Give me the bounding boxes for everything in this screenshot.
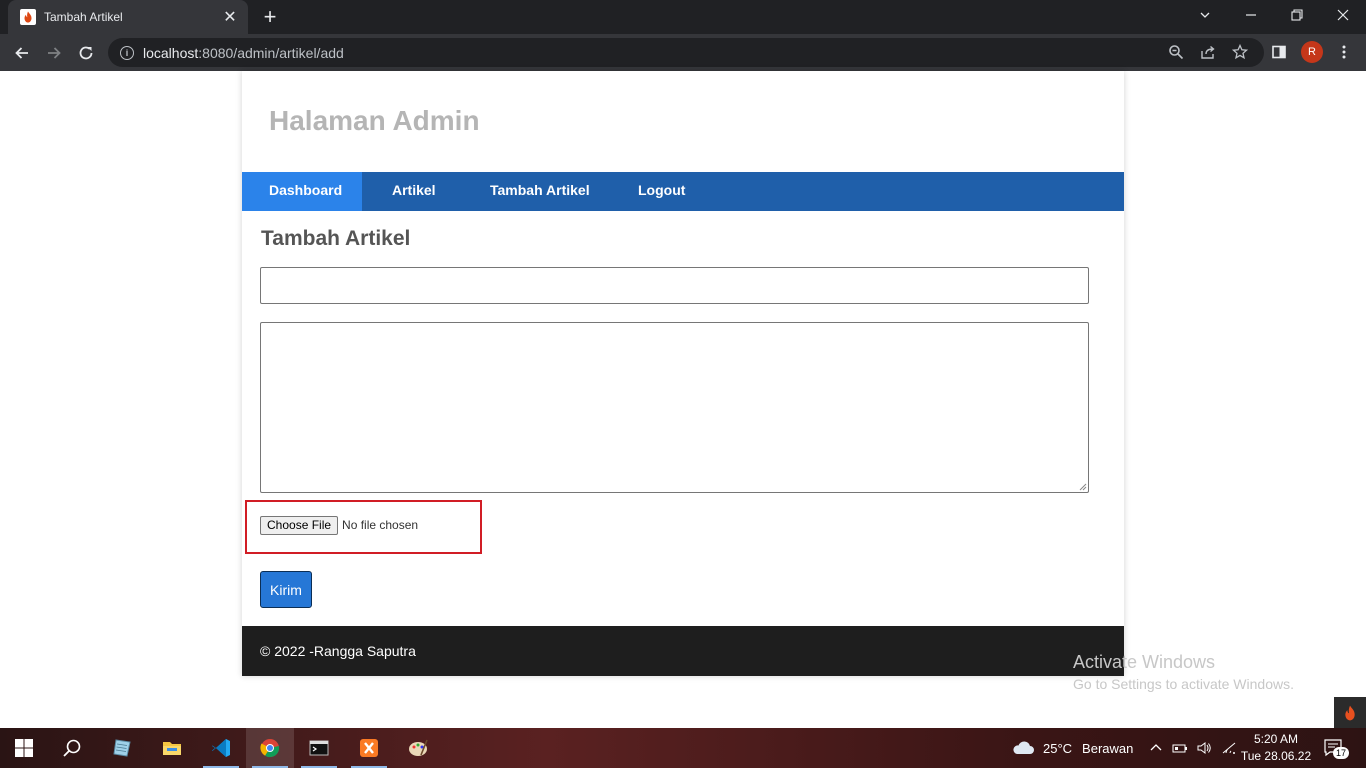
menu-dots-icon[interactable] <box>1335 43 1353 61</box>
nav-dashboard[interactable]: Dashboard <box>242 172 362 211</box>
new-tab-button[interactable]: + <box>258 4 282 30</box>
url-path: :8080/admin/artikel/add <box>198 44 344 61</box>
site-title: Halaman Admin <box>269 105 480 136</box>
activate-windows-watermark: Activate Windows Go to Settings to activ… <box>1073 652 1294 692</box>
weather-desc: Berawan <box>1082 740 1134 756</box>
back-icon[interactable] <box>8 39 36 67</box>
weather-temp: 25°C <box>1043 740 1073 756</box>
footer-text: © 2022 -Rangga Saputra <box>260 643 416 659</box>
side-panel-icon[interactable] <box>1270 43 1288 61</box>
browser-toolbar: i localhost:8080/admin/artikel/add <box>0 34 1366 71</box>
terminal-icon[interactable] <box>295 728 343 768</box>
watermark-title: Activate Windows <box>1073 652 1216 672</box>
share-icon[interactable] <box>1199 43 1217 61</box>
zoom-icon[interactable] <box>1167 43 1185 61</box>
content-textarea[interactable] <box>260 322 1089 493</box>
profile-avatar[interactable]: R <box>1301 41 1323 63</box>
page-heading: Tambah Artikel <box>261 227 411 250</box>
chevron-up-icon <box>1150 744 1162 751</box>
start-windows-icon[interactable] <box>0 728 48 768</box>
page-header: Halaman Admin <box>242 71 1124 172</box>
reload-icon[interactable] <box>72 39 100 67</box>
clock-time: 5:20 AM <box>1253 732 1299 746</box>
battery-icon[interactable] <box>1172 728 1188 768</box>
search-icon[interactable] <box>48 728 96 768</box>
app-notes-icon[interactable] <box>98 728 146 768</box>
notification-center[interactable]: 17 <box>1323 728 1350 768</box>
paint-icon[interactable] <box>394 728 442 768</box>
watermark-subtitle: Go to Settings to activate Windows. <box>1073 676 1294 692</box>
cloud-icon <box>1013 741 1034 754</box>
nav-tambah-artikel[interactable]: Tambah Artikel <box>463 172 611 211</box>
weather-widget[interactable]: 25°C Berawan <box>1011 728 1133 768</box>
title-input[interactable] <box>260 267 1089 304</box>
codeigniter-favicon-icon <box>20 9 36 25</box>
url-host: localhost <box>143 44 199 61</box>
site-info-icon[interactable]: i <box>120 45 134 60</box>
file-explorer-icon[interactable] <box>148 728 196 768</box>
address-bar[interactable]: i localhost:8080/admin/artikel/add <box>108 38 1264 67</box>
browser-titlebar: Tambah Artikel ✕ + <box>0 0 1366 34</box>
main-nav: Dashboard Artikel Tambah Artikel Logout <box>242 172 1124 211</box>
network-icon[interactable] <box>1221 728 1237 768</box>
show-hidden-icons[interactable] <box>1149 728 1163 768</box>
minimize-icon[interactable] <box>1228 0 1274 30</box>
tab-title: Tambah Artikel <box>44 10 123 24</box>
volume-icon[interactable] <box>1196 728 1212 768</box>
windows-taskbar: 25°C Berawan 5:20 AM Tue 28.06.22 17 <box>0 728 1366 768</box>
notification-count-badge: 17 <box>1333 747 1350 759</box>
file-input-highlight-box <box>245 500 482 554</box>
tab-close-icon[interactable]: ✕ <box>222 7 238 27</box>
page-footer: © 2022 -Rangga Saputra <box>242 626 1124 676</box>
bookmark-star-icon[interactable] <box>1231 43 1249 61</box>
chrome-icon[interactable] <box>246 728 294 768</box>
codeigniter-tray-icon[interactable] <box>1334 697 1366 728</box>
clock-date: Tue 28.06.22 <box>1240 749 1312 763</box>
vscode-icon[interactable] <box>197 728 245 768</box>
close-window-icon[interactable] <box>1320 0 1366 30</box>
nav-artikel[interactable]: Artikel <box>362 172 463 211</box>
tab-search-icon[interactable] <box>1182 0 1228 30</box>
xampp-icon[interactable] <box>345 728 393 768</box>
nav-logout[interactable]: Logout <box>611 172 731 211</box>
page-container: Halaman Admin Dashboard Artikel Tambah A… <box>242 71 1124 676</box>
resize-grip-icon[interactable] <box>1078 482 1087 491</box>
restore-icon[interactable] <box>1274 0 1320 30</box>
forward-icon[interactable] <box>40 39 68 67</box>
browser-tab[interactable]: Tambah Artikel ✕ <box>8 0 248 34</box>
taskbar-clock[interactable]: 5:20 AM Tue 28.06.22 <box>1240 731 1312 765</box>
submit-button[interactable]: Kirim <box>260 571 312 608</box>
